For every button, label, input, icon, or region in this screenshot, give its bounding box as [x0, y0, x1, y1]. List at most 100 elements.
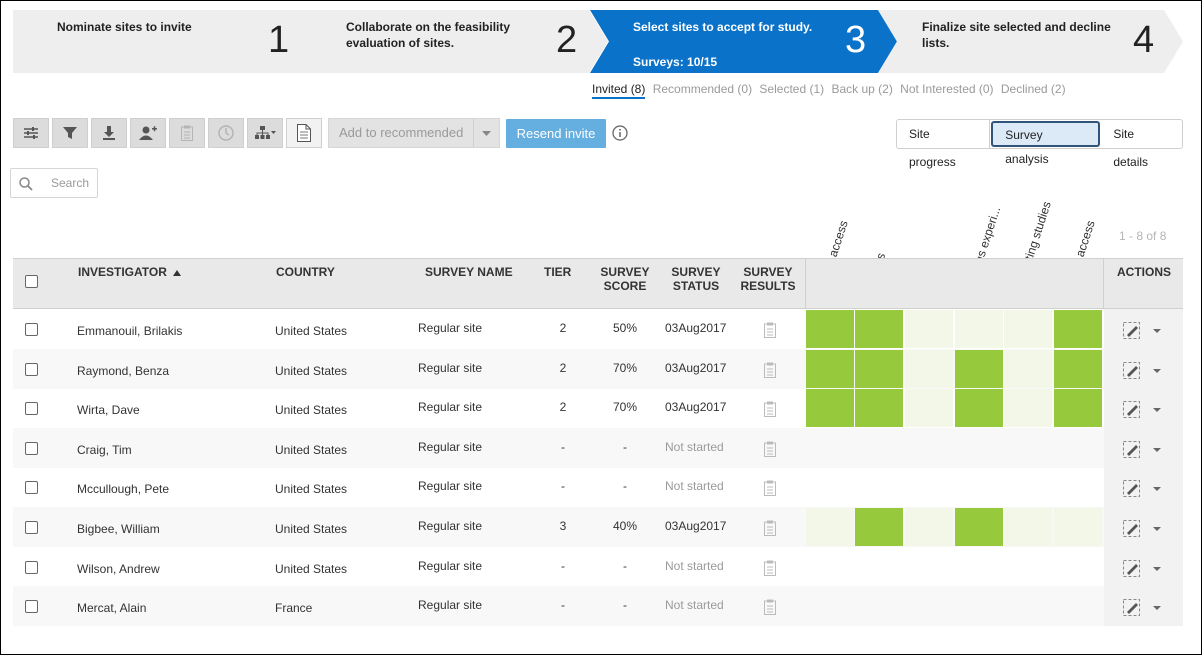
edit-action-icon[interactable] — [1121, 399, 1161, 419]
history-button[interactable] — [208, 118, 244, 148]
wizard-step-4[interactable]: Finalize site selected and decline lists… — [878, 10, 1183, 73]
edit-action-icon[interactable] — [1121, 439, 1161, 459]
hierarchy-menu-button[interactable] — [247, 118, 283, 148]
row-checkbox[interactable] — [25, 521, 38, 534]
country: United States — [275, 442, 348, 457]
table-row[interactable]: Emmanouil, Brilakis United States Regular … — [13, 309, 1183, 349]
investigator-name[interactable]: Mercat, Alain — [77, 601, 146, 615]
table-row[interactable]: Mccullough, Pete United States Regular sit… — [13, 467, 1183, 508]
wizard-step-3[interactable]: Select sites to accept for study. Survey… — [590, 10, 897, 73]
table-row[interactable]: Mercat, Alain France Regular site - - Not sta… — [13, 586, 1183, 627]
tab-invited[interactable]: Invited (8) — [592, 82, 646, 99]
heatmap-cell — [1054, 310, 1102, 348]
clipboard-icon[interactable] — [764, 441, 776, 457]
tab-not-interested[interactable]: Not Interested (0) — [900, 82, 993, 96]
search-input[interactable]: Search — [10, 168, 98, 198]
survey-score: 40% — [612, 519, 638, 533]
table-row[interactable]: Wirta, Dave United States Regular site 2 70%… — [13, 388, 1183, 429]
survey-name[interactable]: Regular site — [418, 598, 482, 612]
download-button[interactable] — [91, 118, 127, 148]
tab-declined[interactable]: Declined (2) — [1001, 82, 1066, 96]
edit-action-icon[interactable] — [1121, 518, 1161, 538]
survey-name[interactable]: Regular site — [418, 321, 482, 335]
wizard-step-2[interactable]: Collaborate on the feasibility evaluatio… — [301, 10, 608, 73]
clipboard-icon[interactable] — [764, 401, 776, 418]
table-row[interactable]: Wilson, Andrew United States Regular site -… — [13, 546, 1183, 587]
clock-icon — [218, 125, 234, 141]
chevron-down-icon[interactable] — [473, 119, 499, 147]
row-checkbox[interactable] — [25, 600, 38, 614]
survey-name[interactable]: Regular site — [418, 400, 482, 414]
row-checkbox[interactable] — [25, 323, 38, 336]
column-settings-button[interactable] — [13, 118, 49, 148]
edit-action-icon[interactable] — [1121, 478, 1161, 498]
survey-name[interactable]: Regular site — [418, 559, 482, 573]
survey-name[interactable]: Regular site — [418, 440, 482, 454]
tab-selected[interactable]: Selected (1) — [759, 82, 824, 96]
investigator-name[interactable]: Bigbee, William — [77, 522, 160, 536]
add-to-recommended-button[interactable]: Add to recommended — [328, 118, 500, 148]
edit-action-icon[interactable] — [1121, 320, 1161, 340]
tier: 3 — [559, 519, 567, 533]
investigator-name[interactable]: Craig, Tim — [77, 443, 132, 457]
clipboard-icon[interactable] — [764, 560, 776, 576]
row-checkbox[interactable] — [25, 481, 38, 495]
column-header-survey-status[interactable]: SURVEY STATUS — [665, 265, 727, 293]
pager-count: 1 - 8 of 8 — [1119, 229, 1167, 243]
clipboard-icon[interactable] — [764, 520, 776, 536]
toolbar: Add to recommended Resend invite Site pr… — [13, 118, 1183, 169]
survey-name[interactable]: Regular site — [418, 361, 482, 375]
clipboard-icon[interactable] — [764, 322, 776, 338]
table-row[interactable]: Craig, Tim United States Regular site - - Not… — [13, 427, 1183, 468]
survey-score: - — [623, 479, 627, 494]
investigator-name[interactable]: Emmanouil, Brilakis — [77, 324, 182, 338]
survey-button[interactable] — [169, 118, 205, 148]
filter-button[interactable] — [52, 118, 88, 148]
survey-name[interactable]: Regular site — [418, 519, 482, 533]
survey-name[interactable]: Regular site — [418, 479, 482, 493]
heatmap-cell — [806, 310, 854, 348]
survey-score: - — [623, 598, 627, 613]
investigator-name[interactable]: Mccullough, Pete — [77, 482, 169, 496]
country: United States — [275, 522, 348, 536]
survey-analysis-button[interactable]: Survey analysis — [991, 121, 1101, 166]
clipboard-icon[interactable] — [764, 480, 776, 497]
document-button[interactable] — [286, 118, 322, 148]
tab-recommended[interactable]: Recommended (0) — [653, 82, 752, 96]
edit-action-icon[interactable] — [1121, 558, 1161, 578]
column-header-survey-name[interactable]: SURVEY NAME — [425, 265, 513, 279]
row-checkbox[interactable] — [25, 560, 38, 574]
column-header-survey-score[interactable]: SURVEY SCORE — [595, 265, 655, 293]
table-row[interactable]: Raymond, Benza United States Regular site 2… — [13, 348, 1183, 389]
row-checkbox[interactable] — [25, 402, 38, 416]
info-icon[interactable] — [612, 125, 628, 141]
survey-score: 70% — [612, 360, 638, 375]
investigator-name[interactable]: Wirta, Dave — [77, 403, 140, 417]
survey-score: 50% — [612, 321, 638, 335]
column-header-country[interactable]: COUNTRY — [276, 265, 335, 279]
add-user-icon — [139, 126, 157, 140]
row-checkbox[interactable] — [25, 441, 38, 455]
heatmap-cell — [905, 508, 953, 546]
search-icon — [19, 177, 33, 191]
column-header-tier[interactable]: TIER — [544, 265, 571, 279]
column-header-survey-results[interactable]: SURVEY RESULTS — [737, 265, 799, 293]
site-progress-button[interactable]: Site progress — [897, 120, 991, 169]
edit-action-icon[interactable] — [1121, 597, 1161, 617]
resend-invite-button[interactable]: Resend invite — [506, 119, 606, 148]
investigator-name[interactable]: Wilson, Andrew — [77, 562, 160, 576]
view-switch: Site progress Survey analysis Site detai… — [896, 119, 1183, 169]
clipboard-icon[interactable] — [764, 362, 776, 378]
clipboard-icon[interactable] — [764, 599, 776, 616]
row-checkbox[interactable] — [25, 362, 38, 376]
edit-action-icon[interactable] — [1121, 360, 1161, 380]
heatmap-cell — [955, 389, 1003, 428]
add-investigator-button[interactable] — [130, 118, 166, 148]
tab-back-up[interactable]: Back up (2) — [831, 82, 892, 96]
select-all-checkbox[interactable] — [25, 275, 38, 288]
site-details-button[interactable]: Site details — [1101, 120, 1182, 169]
table-row[interactable]: Bigbee, William United States Regular site… — [13, 507, 1183, 547]
column-header-investigator[interactable]: INVESTIGATOR — [78, 265, 182, 279]
investigator-name[interactable]: Raymond, Benza — [77, 364, 169, 378]
wizard-step-1[interactable]: Nominate sites to invite 1 — [13, 10, 320, 73]
